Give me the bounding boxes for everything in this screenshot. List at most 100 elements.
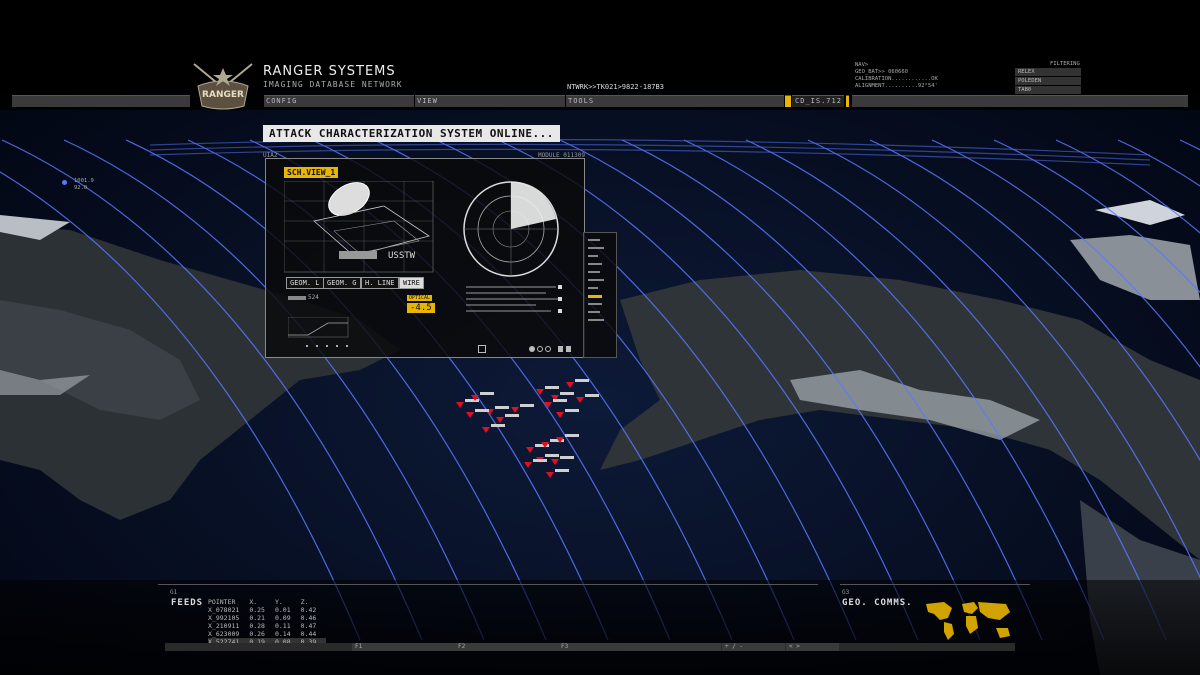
plus-icon[interactable] xyxy=(478,345,486,353)
optical-value: -4.5 xyxy=(407,303,435,313)
column-header: X. xyxy=(249,598,258,606)
table-cell: 0.25 xyxy=(249,606,265,614)
nav-label: < > xyxy=(789,643,800,650)
status-line: ALIGNMENT..........92°54' xyxy=(855,83,938,89)
marker-tag xyxy=(565,434,579,437)
table-row[interactable]: X_623009 0.26 0.14 0.44 xyxy=(208,630,326,638)
panel-id: UIA2 xyxy=(263,152,278,159)
marker-tag xyxy=(560,456,574,459)
network-id: NTWRK>>TK021>9822-187B3 xyxy=(567,83,664,91)
table-cell: 0.47 xyxy=(300,622,317,630)
table-cell: 0.21 xyxy=(249,614,265,622)
h-line-button[interactable]: H. LINE xyxy=(361,277,399,289)
marker-tag xyxy=(553,399,567,402)
sat-line1: 1001.9 xyxy=(74,178,94,184)
value-bar xyxy=(288,296,306,300)
table-cell: 0.26 xyxy=(249,630,265,638)
geom-l-button[interactable]: GEOM. L xyxy=(286,277,324,289)
world-map-icon xyxy=(926,602,1010,640)
marker-tag xyxy=(491,424,505,427)
divider xyxy=(840,584,1030,585)
menu-view-label: VIEW xyxy=(417,97,438,105)
table-cell: X_078021 xyxy=(208,606,240,614)
feeds-label: FEEDS xyxy=(171,598,204,608)
table-cell: 0.42 xyxy=(300,606,317,614)
table-cell: 0.44 xyxy=(300,630,317,638)
menu-config[interactable]: CONFIG xyxy=(264,95,414,107)
column-header: Y. xyxy=(274,598,283,606)
status-line: NAV> xyxy=(855,62,869,68)
app-title: RANGER SYSTEMS xyxy=(263,64,396,79)
filter-option[interactable]: RELEX xyxy=(1015,68,1081,76)
table-row[interactable]: X_210911 0.28 0.11 0.47 xyxy=(208,622,326,630)
marker-tag xyxy=(560,392,574,395)
marker-tag xyxy=(545,386,559,389)
f1-label: F1 xyxy=(355,643,363,650)
f3-label: F3 xyxy=(561,643,569,650)
signal-graph xyxy=(288,317,349,347)
f2-label: F2 xyxy=(458,643,466,650)
filtering-title: FILTERING xyxy=(1050,61,1080,67)
small-value: 524 xyxy=(308,294,319,301)
radar-scope xyxy=(463,181,559,277)
view-tag[interactable]: SCH.VIEW_1 xyxy=(284,167,339,178)
filter-option[interactable]: TAB0 xyxy=(1015,86,1081,94)
marker-tag xyxy=(533,459,547,462)
group-label-g3: G3 xyxy=(842,589,850,596)
table-cell: 0.28 xyxy=(249,622,265,630)
f2-key[interactable]: F2 xyxy=(455,643,558,651)
filtering-panel: RELEX POLEDEN TAB0 xyxy=(1015,68,1081,95)
level-bars xyxy=(466,285,562,313)
model-code: USSTW xyxy=(388,251,416,261)
feeds-table: POINTER X. Y. Z. X_078021 0.25 0.01 0.42 X… xyxy=(208,598,327,646)
group-label-g1: G1 xyxy=(170,589,178,596)
f1-key[interactable]: F1 xyxy=(352,643,455,651)
table-cell: 0.14 xyxy=(274,630,291,638)
table-cell: 0.01 xyxy=(274,606,291,614)
schematic-panel: UIA2 MODULE_011309 SCH.VIEW_1 USSTW GEOM… xyxy=(263,152,585,358)
menu-config-label: CONFIG xyxy=(266,97,298,105)
table-cell: 0.46 xyxy=(300,614,317,622)
marker-tag xyxy=(480,392,494,395)
menu-code-box: CD_IS.712 xyxy=(792,95,844,107)
bottom-panel-band xyxy=(0,580,1200,675)
table-header: POINTER X. Y. Z. xyxy=(208,598,326,606)
status-block: NAV> GEO_BAT>> 060660 CALIBRATION.......… xyxy=(855,62,938,90)
marker-tag xyxy=(495,406,509,409)
geom-g-button[interactable]: GEOM. G xyxy=(323,277,361,289)
table-cell: 0.09 xyxy=(274,614,291,622)
marker-tag xyxy=(475,409,489,412)
module-id: MODULE_011309 xyxy=(538,152,585,159)
marker-tag xyxy=(575,379,589,382)
status-line: GEO_BAT>> 060660 xyxy=(855,69,908,75)
table-cell: X_623009 xyxy=(208,630,240,638)
status-banner: ATTACK CHARACTERIZATION SYSTEM ONLINE... xyxy=(263,125,560,142)
marker-tag xyxy=(520,404,534,407)
optical-label: OPTICAL xyxy=(407,295,433,301)
side-list xyxy=(588,239,604,321)
satellite-icon xyxy=(62,180,67,185)
marker-tag xyxy=(465,399,479,402)
menu-tools[interactable]: TOOLS xyxy=(566,95,784,107)
pager-dots[interactable] xyxy=(528,345,580,353)
table-row[interactable]: X_992105 0.21 0.09 0.46 xyxy=(208,614,326,622)
zoom-key[interactable]: + / - xyxy=(722,643,785,651)
side-list-panel xyxy=(583,232,617,358)
nav-key[interactable]: < > xyxy=(786,643,839,651)
wire-button[interactable]: WIRE xyxy=(399,277,424,289)
menu-accent xyxy=(785,95,791,107)
column-header: Z. xyxy=(300,598,309,606)
geo-comms-label: GEO. COMMS. xyxy=(842,598,913,608)
table-row[interactable]: X_078021 0.25 0.01 0.42 xyxy=(208,606,326,614)
marker-tag xyxy=(545,454,559,457)
marker-tag xyxy=(585,394,599,397)
f3-key[interactable]: F3 xyxy=(558,643,721,651)
menu-view[interactable]: VIEW xyxy=(415,95,565,107)
table-cell: 0.11 xyxy=(274,622,291,630)
zoom-label: + / - xyxy=(725,643,744,650)
marker-tag xyxy=(565,409,579,412)
menu-bar: CONFIG VIEW TOOLS CD_IS.712 xyxy=(12,95,1188,107)
table-cell: X_992105 xyxy=(208,614,240,622)
filter-option[interactable]: POLEDEN xyxy=(1015,77,1081,85)
column-header: POINTER xyxy=(208,598,236,606)
